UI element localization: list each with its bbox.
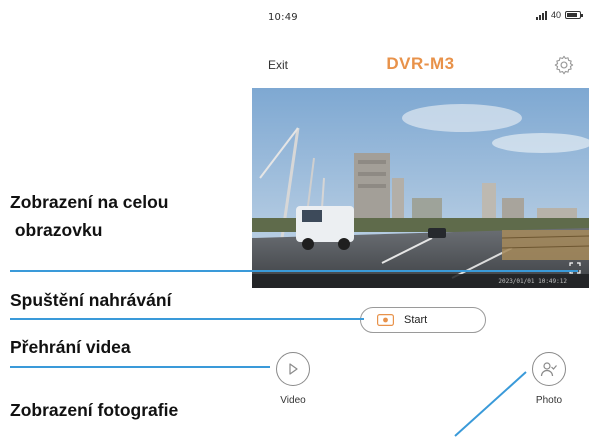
play-icon [276,352,310,386]
status-time: 10:49 [268,12,298,23]
label-fullscreen: Zobrazení na celou obrazovku [10,192,169,242]
live-video-preview[interactable]: 2023/01/01 10:49:12 [252,88,589,288]
battery-icon [565,11,583,19]
photo-button[interactable]: Photo [532,352,566,406]
manual-page: 10:49 40 Exit DVR-M3 2023/01/01 10:49:12… [0,0,589,437]
signal-icon [535,10,547,20]
nav-bar: Exit DVR-M3 [252,40,589,88]
street-scene-image [252,88,589,288]
video-button-label: Video [280,395,306,406]
label-view-photos: Zobrazení fotografie [10,400,179,420]
photo-gallery-icon [532,352,566,386]
label-fullscreen-line2: obrazovku [10,219,103,240]
video-button[interactable]: Video [276,352,310,406]
label-fullscreen-line1: Zobrazení na celou [10,192,169,212]
label-play-video: Přehrání videa [10,337,131,357]
page-title: DVR-M3 [386,54,455,73]
start-recording-button[interactable]: Start [360,307,486,333]
fullscreen-icon[interactable] [569,262,581,274]
battery-percent: 40 [550,10,561,20]
label-start-recording: Spuštění nahrávání [10,290,172,310]
phone-screen: 10:49 40 Exit DVR-M3 2023/01/01 10:49:12… [252,0,589,437]
photo-button-label: Photo [535,395,563,406]
start-button-label: Start [404,314,428,326]
gear-icon[interactable] [553,54,575,76]
status-bar: 10:49 40 [252,0,589,40]
status-indicators: 40 [535,10,583,20]
video-timestamp: 2023/01/01 10:49:12 [498,278,567,285]
record-icon [377,314,394,326]
